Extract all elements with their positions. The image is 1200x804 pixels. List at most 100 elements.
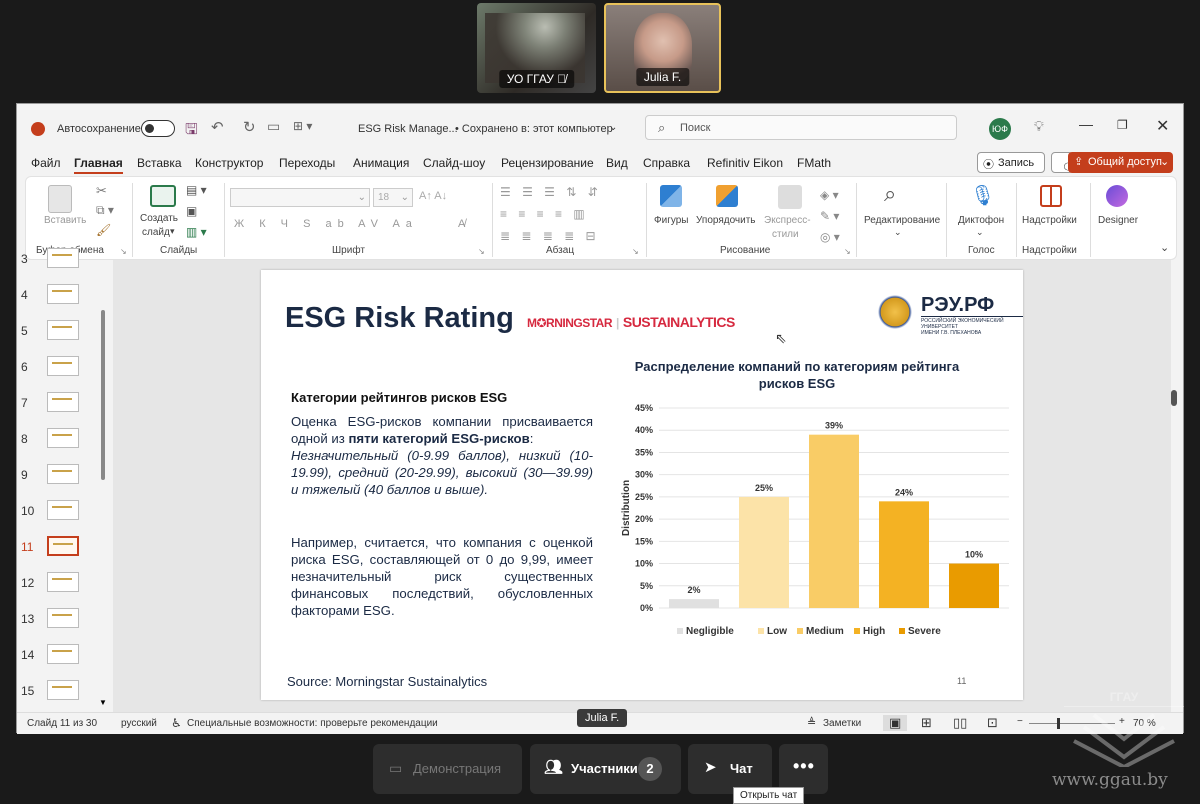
new-slide-label[interactable]: Создать: [140, 213, 178, 224]
undo-icon[interactable]: ↶: [211, 118, 224, 136]
demo-button[interactable]: ▭ Демонстрация: [373, 744, 522, 794]
tab-refinitiv[interactable]: Refinitiv Eikon: [707, 156, 783, 170]
close-icon[interactable]: ✕: [1156, 116, 1169, 136]
quick-styles-icon[interactable]: [778, 185, 802, 209]
bullets-icon[interactable]: ☰ ☰ ☰ ⇅ ⇵: [500, 185, 602, 199]
save-icon[interactable]: 🖫: [185, 119, 198, 144]
record-button[interactable]: ⦿ Запись: [977, 152, 1045, 173]
chevron-down-icon: ⌄: [1160, 156, 1170, 168]
y-tick-label: 0%: [640, 603, 653, 613]
reading-view-icon[interactable]: ▯▯: [953, 715, 967, 731]
tab-home[interactable]: Главная: [74, 156, 123, 174]
customize-icon[interactable]: ⊞ ▾: [293, 119, 312, 133]
paste-label[interactable]: Вставить: [44, 215, 86, 226]
minimize-icon[interactable]: —: [1079, 116, 1093, 132]
slide-sorter-icon[interactable]: ⊞: [921, 715, 932, 731]
designer-icon[interactable]: [1106, 185, 1128, 207]
format-painter-icon[interactable]: 🖌︎: [96, 223, 111, 237]
slide-thumbnail[interactable]: [47, 248, 79, 268]
shapes-icon[interactable]: [660, 185, 682, 207]
tab-slideshow[interactable]: Слайд-шоу: [423, 156, 485, 170]
quick-styles-label[interactable]: Экспресс-: [764, 215, 811, 226]
user-avatar[interactable]: ЮФ: [989, 118, 1011, 140]
share-button[interactable]: ⇪ Общий доступ ⌄: [1068, 152, 1173, 173]
slide-thumbnail[interactable]: [47, 392, 79, 412]
font-format-icons[interactable]: Ж К Ч S ab AV Aa: [234, 218, 418, 230]
slide-thumbnail[interactable]: [47, 500, 79, 520]
font-family-select[interactable]: ⌄: [230, 188, 370, 207]
font-grow-icon[interactable]: A↑ A↓: [419, 190, 447, 202]
slide-thumbnail[interactable]: [47, 536, 79, 556]
reset-icon[interactable]: ▣: [186, 204, 197, 218]
microphone-icon[interactable]: 🎙︎: [970, 183, 995, 208]
tab-animation[interactable]: Анимация: [353, 156, 409, 170]
arrange-label[interactable]: Упорядочить: [696, 215, 756, 226]
layout-icon[interactable]: ▤ ▾: [186, 183, 207, 197]
presentation-icon[interactable]: ▭: [267, 118, 280, 135]
font-size-select[interactable]: 18 ⌄: [373, 188, 413, 207]
notes-icon[interactable]: ≜: [807, 716, 816, 729]
slideshow-icon[interactable]: ⊡: [987, 715, 998, 731]
cut-icon[interactable]: ✂: [96, 183, 107, 199]
zoom-out-icon[interactable]: −: [1017, 716, 1023, 727]
new-slide-icon[interactable]: [150, 185, 176, 207]
editing-label[interactable]: Редактирование: [864, 215, 940, 226]
addins-label[interactable]: Надстройки: [1022, 215, 1077, 226]
dialog-launcher-icon[interactable]: ↘: [844, 247, 851, 256]
canvas-scrollbar[interactable]: [1171, 390, 1177, 406]
saved-status[interactable]: • Сохранено в: этот компьютер: [455, 123, 613, 135]
slide-thumbnail[interactable]: [47, 572, 79, 592]
tab-insert[interactable]: Вставка: [137, 156, 182, 170]
dialog-launcher-icon[interactable]: ↘: [478, 247, 485, 256]
collapse-ribbon-icon[interactable]: ⌄: [1160, 241, 1169, 254]
new-slide-label-2[interactable]: слайд: [142, 227, 170, 238]
designer-label[interactable]: Designer: [1098, 215, 1138, 226]
dictate-label[interactable]: Диктофон: [958, 215, 1004, 226]
accessibility-icon[interactable]: ♿︎: [171, 716, 182, 730]
clear-format-icon[interactable]: A̸: [458, 218, 465, 230]
section-icon[interactable]: ▥ ▾: [186, 225, 207, 239]
autosave-toggle[interactable]: [141, 120, 175, 137]
copy-icon[interactable]: ⧉ ▾: [96, 203, 114, 218]
notes-button[interactable]: Заметки: [823, 718, 861, 729]
participants-button[interactable]: 👥︎ Участники 2: [530, 744, 681, 794]
slide-thumbnail[interactable]: [47, 284, 79, 304]
search-icon[interactable]: ⌕: [884, 181, 896, 207]
tab-transitions[interactable]: Переходы: [279, 156, 335, 170]
slide-thumbnail[interactable]: [47, 608, 79, 628]
arrange-icon[interactable]: [716, 185, 738, 207]
lightbulb-icon[interactable]: 💡︎: [1034, 118, 1044, 135]
paste-icon[interactable]: [48, 185, 72, 213]
tab-file[interactable]: Файл: [31, 156, 61, 170]
slide-thumbnail[interactable]: [47, 680, 79, 700]
participant-tile-ggau[interactable]: УО ГГАУ 🎙̸: [477, 3, 596, 93]
slide-thumbnail[interactable]: [47, 428, 79, 448]
tab-view[interactable]: Вид: [606, 156, 628, 170]
tab-help[interactable]: Справка: [643, 156, 690, 170]
slide[interactable]: ESG Risk Rating M✪RNINGSTAR | SUSTAINALYTI…: [261, 270, 1023, 700]
redo-icon[interactable]: ↻: [243, 118, 256, 136]
slide-thumbnail[interactable]: [47, 464, 79, 484]
restore-icon[interactable]: ❐: [1117, 118, 1128, 132]
align-icons[interactable]: ≡ ≡ ≡ ≡ ▥: [500, 207, 589, 221]
thumb-scrollbar[interactable]: [101, 310, 105, 480]
language[interactable]: русский: [121, 718, 157, 729]
fill-icons[interactable]: ◈ ▾ ✎ ▾ ◎ ▾: [820, 185, 840, 248]
text-direction-icons[interactable]: ≣ ≣ ≣ ≣ ⊟: [500, 229, 600, 243]
tab-review[interactable]: Рецензирование: [501, 156, 594, 170]
dialog-launcher-icon[interactable]: ↘: [632, 247, 639, 256]
quick-styles-label-2[interactable]: стили: [772, 229, 799, 240]
tab-design[interactable]: Конструктор: [195, 156, 263, 170]
tab-fmath[interactable]: FMath: [797, 156, 831, 170]
slide-thumbnail[interactable]: [47, 356, 79, 376]
accessibility-status[interactable]: Специальные возможности: проверьте реком…: [187, 718, 438, 729]
shapes-label[interactable]: Фигуры: [654, 215, 688, 226]
slide-thumbnail[interactable]: [47, 320, 79, 340]
participant-tile-julia[interactable]: Julia F.: [604, 3, 721, 93]
search-box[interactable]: ⌕ Поиск: [645, 115, 957, 140]
addins-icon[interactable]: [1040, 185, 1062, 207]
slide-thumbnail[interactable]: [47, 644, 79, 664]
scroll-down-icon[interactable]: ▼: [99, 698, 107, 707]
dialog-launcher-icon[interactable]: ↘: [120, 247, 127, 256]
normal-view-icon[interactable]: ▣: [883, 715, 908, 731]
